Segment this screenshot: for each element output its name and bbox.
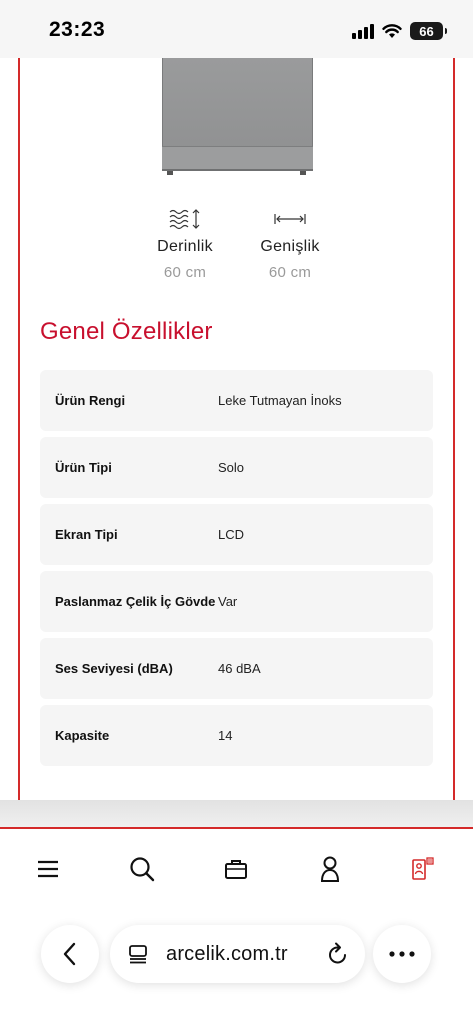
product-foot-left <box>167 171 173 175</box>
menu-button[interactable] <box>28 849 68 889</box>
cart-button[interactable] <box>216 849 256 889</box>
spec-row: Ekran Tipi LCD <box>40 504 433 565</box>
spec-row: Ürün Tipi Solo <box>40 437 433 498</box>
search-icon <box>130 857 155 882</box>
battery-indicator: 66 <box>410 22 447 40</box>
width-icon <box>230 206 350 232</box>
bottom-nav <box>0 829 473 909</box>
spec-value: Var <box>218 594 238 609</box>
spec-name: Ürün Tipi <box>55 460 112 475</box>
chevron-left-icon <box>63 942 76 966</box>
depth-icon <box>125 206 245 232</box>
spec-value: LCD <box>218 527 245 542</box>
dimension-depth-value: 60 cm <box>163 264 207 281</box>
dimension-depth: Derinlik 60 cm <box>125 206 245 281</box>
wifi-icon <box>382 23 402 38</box>
spec-name: Ekran Tipi <box>55 527 118 542</box>
spec-row: Ürün Rengi Leke Tutmayan İnoks <box>40 370 433 431</box>
product-content: Derinlik 60 cm Genişlik 60 cm Genel Özel… <box>18 58 455 800</box>
spec-list: Ürün Rengi Leke Tutmayan İnoks Ürün Tipi… <box>40 370 433 772</box>
product-foot-right <box>300 171 306 175</box>
spec-name: Ürün Rengi <box>55 393 126 408</box>
search-button[interactable] <box>122 849 162 889</box>
spec-row: Kapasite 14 <box>40 705 433 766</box>
more-button[interactable] <box>373 925 431 983</box>
dimensions: Derinlik 60 cm Genişlik 60 cm <box>20 206 453 296</box>
spec-row: Ses Seviyesi (dBA) 46 dBA <box>40 638 433 699</box>
dimension-width: Genişlik 60 cm <box>230 206 350 281</box>
more-icon <box>389 951 415 957</box>
status-icons: 66 <box>352 22 447 40</box>
briefcase-icon <box>225 860 247 879</box>
spec-name: Ses Seviyesi (dBA) <box>55 661 173 676</box>
dimension-width-label: Genişlik <box>260 238 320 255</box>
spec-value: 46 dBA <box>218 661 261 676</box>
spec-value: Leke Tutmayan İnoks <box>218 393 342 408</box>
spec-name: Kapasite <box>55 728 110 743</box>
status-bar: 23:23 66 <box>0 0 473 58</box>
cellular-signal-icon <box>352 23 374 39</box>
url-text: arcelik.com.tr <box>166 942 288 965</box>
account-button[interactable] <box>310 849 350 889</box>
user-icon <box>320 856 340 882</box>
product-image-base <box>162 146 313 171</box>
content-fade <box>0 800 473 828</box>
browser-toolbar: arcelik.com.tr <box>0 909 473 1024</box>
spec-name: Paslanmaz Çelik İç Gövde <box>55 594 216 609</box>
back-button[interactable] <box>41 925 99 983</box>
menu-icon <box>38 860 58 878</box>
status-time: 23:23 <box>49 18 106 41</box>
reload-icon[interactable] <box>327 942 349 966</box>
spec-value: 14 <box>218 728 233 743</box>
page-menu-icon <box>129 945 147 964</box>
dimension-depth-label: Derinlik <box>157 238 213 255</box>
address-bar[interactable]: arcelik.com.tr <box>110 925 365 983</box>
section-title: Genel Özellikler <box>40 318 213 345</box>
spec-row: Paslanmaz Çelik İç Gövde Var <box>40 571 433 632</box>
dimension-width-value: 60 cm <box>268 264 312 281</box>
compare-icon <box>412 857 434 880</box>
compare-button[interactable] <box>403 849 443 889</box>
spec-value: Solo <box>218 460 245 475</box>
